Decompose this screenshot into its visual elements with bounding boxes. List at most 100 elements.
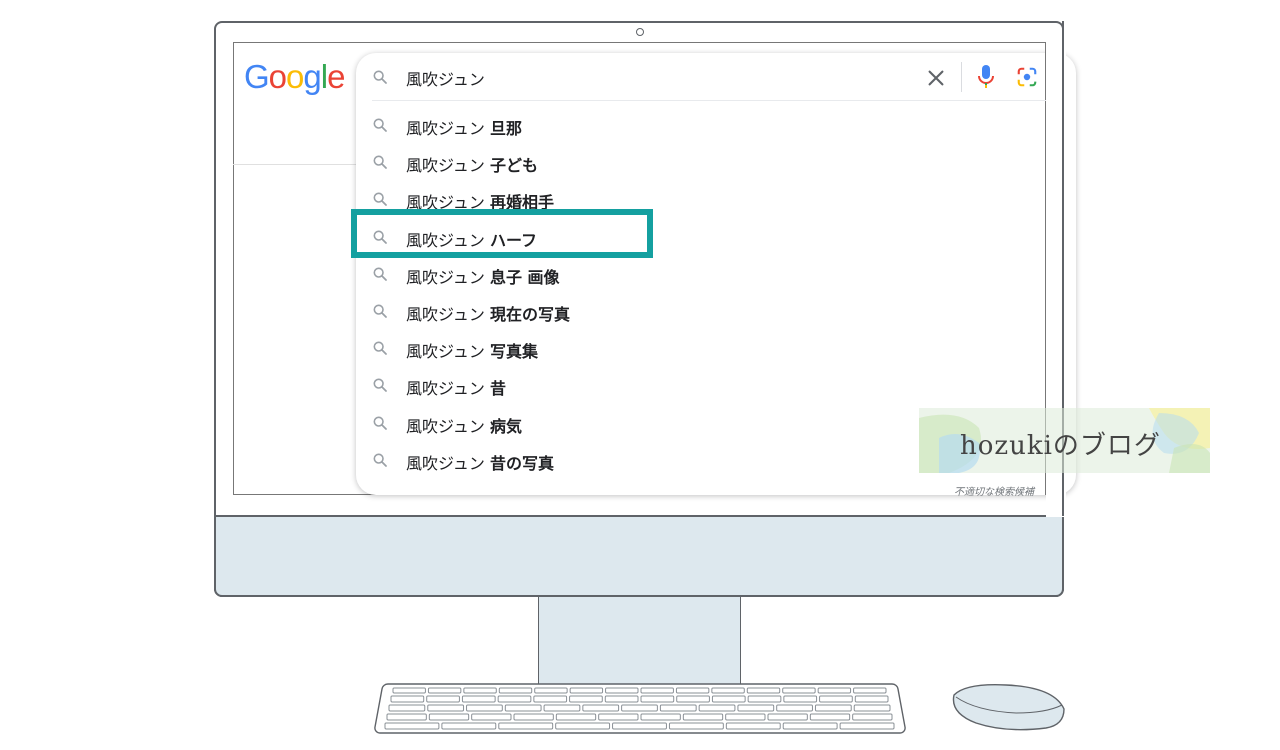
keyboard-key bbox=[569, 687, 604, 694]
keyboard-key bbox=[390, 695, 425, 703]
keyboard-key bbox=[598, 713, 639, 721]
keyboard-key bbox=[386, 713, 427, 721]
suggestion-prefix: 風吹ジュン bbox=[406, 453, 490, 473]
keyboard-key bbox=[640, 713, 681, 721]
suggestion-completion: 現在の写真 bbox=[489, 305, 570, 324]
keyboard-key bbox=[659, 704, 697, 712]
search-separator bbox=[372, 100, 1046, 101]
suggestion-text: 風吹ジュン 現在の写真 bbox=[406, 301, 570, 325]
highlight-box bbox=[351, 209, 653, 258]
keyboard-key bbox=[783, 695, 818, 703]
search-icon bbox=[373, 155, 387, 170]
keyboard-key bbox=[426, 695, 460, 703]
suggestion-prefix: 風吹ジュン bbox=[406, 267, 490, 287]
keyboard-key bbox=[471, 713, 512, 721]
suggestion-prefix: 風吹ジュン bbox=[406, 342, 490, 362]
keyboard-key bbox=[605, 687, 639, 694]
logo-letter: G bbox=[244, 58, 270, 95]
suggestion-text: 風吹ジュン 旦那 bbox=[406, 115, 522, 139]
keyboard-illustration bbox=[374, 683, 906, 734]
keyboard-key bbox=[498, 687, 533, 694]
keyboard-key bbox=[817, 687, 852, 694]
report-inappropriate-link[interactable]: 不適切な検索候補 bbox=[954, 483, 1034, 498]
search-icon bbox=[373, 341, 387, 356]
suggestion-prefix: 風吹ジュン bbox=[406, 416, 490, 436]
search-icon bbox=[373, 453, 387, 467]
suggestion-text: 風吹ジュン 写真集 bbox=[406, 338, 538, 362]
keyboard-key bbox=[582, 704, 620, 712]
keyboard-key bbox=[533, 695, 568, 703]
keyboard-key bbox=[388, 704, 426, 712]
search-icon bbox=[373, 118, 387, 132]
suggestion-item[interactable]: 風吹ジュン 子ども bbox=[356, 143, 1046, 180]
suggestion-text: 風吹ジュン 病気 bbox=[406, 413, 522, 437]
suggestion-prefix: 風吹ジュン bbox=[406, 305, 490, 324]
keyboard-key bbox=[392, 687, 426, 694]
suggestion-completion: 昔の写真 bbox=[489, 453, 554, 473]
keyboard-key bbox=[428, 713, 470, 721]
search-input[interactable]: 風吹ジュン bbox=[406, 66, 485, 90]
keyboard-key bbox=[640, 695, 675, 703]
keyboard-key bbox=[675, 687, 710, 694]
mic-icon[interactable] bbox=[976, 64, 996, 90]
suggestion-completion: 息子 画像 bbox=[489, 267, 560, 287]
keyboard-key bbox=[441, 722, 497, 730]
suggestion-completion: 旦那 bbox=[489, 119, 522, 138]
search-icon bbox=[373, 267, 387, 281]
keyboard-key bbox=[612, 722, 667, 730]
keyboard-key bbox=[668, 722, 724, 730]
close-icon[interactable] bbox=[925, 67, 947, 89]
suggestion-item[interactable]: 風吹ジュン 旦那 bbox=[356, 106, 1046, 143]
toolbar-divider bbox=[961, 62, 962, 92]
search-icon bbox=[373, 378, 387, 393]
keyboard-key bbox=[854, 695, 889, 703]
suggestion-item[interactable]: 風吹ジュン 息子 画像 bbox=[356, 255, 1046, 292]
keyboard-key bbox=[814, 704, 852, 712]
keyboard-key bbox=[534, 687, 568, 694]
keyboard-key bbox=[463, 687, 497, 694]
keyboard-key bbox=[555, 722, 611, 730]
suggestion-completion: 昔 bbox=[489, 379, 506, 399]
suggestion-prefix: 風吹ジュン bbox=[406, 119, 490, 138]
suggestion-text: 風吹ジュン 子ども bbox=[406, 152, 538, 176]
suggestion-prefix: 風吹ジュン bbox=[406, 379, 490, 399]
keyboard-key bbox=[466, 704, 503, 712]
search-icon bbox=[373, 304, 387, 318]
keyboard-key bbox=[676, 695, 710, 703]
logo-letter: o bbox=[286, 58, 304, 95]
keyboard-key bbox=[504, 704, 542, 712]
keyboard-key bbox=[384, 722, 440, 730]
keyboard-key bbox=[776, 704, 813, 712]
search-icon bbox=[373, 192, 387, 207]
keyboard-key bbox=[725, 713, 766, 721]
google-lens-icon[interactable] bbox=[1016, 66, 1038, 88]
monitor-chin bbox=[214, 515, 1064, 597]
google-logo[interactable]: Google bbox=[244, 58, 345, 96]
keyboard-key bbox=[852, 713, 893, 721]
suggestion-completion: 写真集 bbox=[489, 342, 538, 362]
search-icon bbox=[373, 70, 387, 84]
keyboard-key bbox=[809, 713, 851, 721]
keyboard-key bbox=[555, 713, 597, 721]
logo-letter: o bbox=[268, 58, 287, 95]
logo-letter: e bbox=[327, 58, 345, 95]
keyboard-key bbox=[839, 722, 895, 730]
suggestion-text: 風吹ジュン 昔 bbox=[406, 375, 506, 399]
suggestion-item[interactable]: 風吹ジュン 昔 bbox=[356, 366, 1046, 403]
suggestion-prefix: 風吹ジュン bbox=[406, 156, 490, 176]
keyboard-key bbox=[604, 695, 639, 703]
keyboard-key bbox=[427, 687, 462, 694]
keyboard-key bbox=[782, 722, 838, 730]
keyboard-key bbox=[725, 722, 781, 730]
keyboard-key bbox=[513, 713, 554, 721]
mouse-illustration bbox=[952, 684, 1065, 731]
suggestion-item[interactable]: 風吹ジュン 現在の写真 bbox=[356, 292, 1046, 329]
suggestion-item[interactable]: 風吹ジュン 写真集 bbox=[356, 329, 1046, 366]
watermark-text: hozukiのブログ bbox=[960, 431, 1161, 461]
keyboard-key bbox=[543, 704, 581, 712]
keyboard-key bbox=[461, 695, 496, 703]
monitor-stand bbox=[538, 597, 741, 685]
suggestion-text: 風吹ジュン 昔の写真 bbox=[406, 450, 554, 474]
search-icon bbox=[373, 416, 387, 430]
keyboard-key bbox=[819, 695, 853, 703]
